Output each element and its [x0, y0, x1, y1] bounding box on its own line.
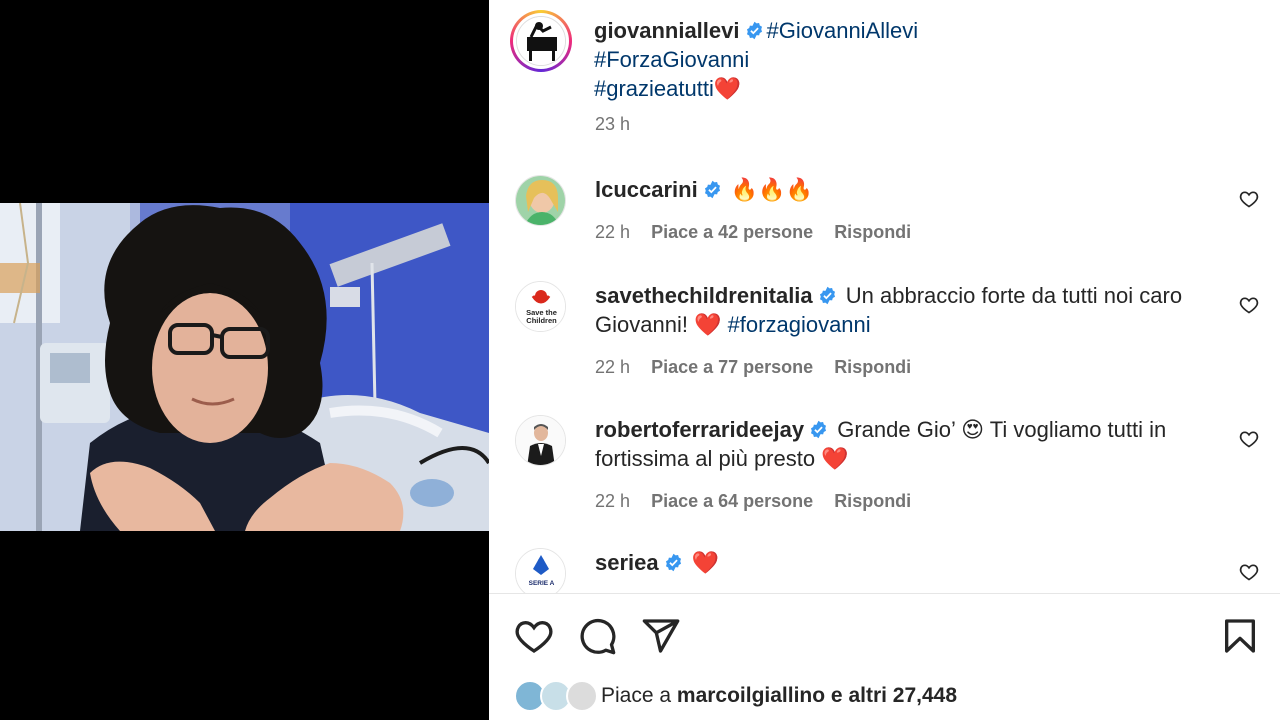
comment-text: Un abbraccio forte da tutti noi caro — [845, 283, 1183, 308]
photo-illustration — [0, 203, 489, 531]
comment-time[interactable]: 22 h — [595, 491, 630, 511]
caption-hashtag[interactable]: #grazieatutti — [594, 76, 714, 101]
verified-icon — [665, 553, 681, 572]
post-action-bar — [489, 610, 1280, 660]
share-icon[interactable] — [641, 616, 681, 656]
comment-likes[interactable]: Piace a 64 persone — [651, 491, 813, 511]
comment-text: fortissima al più presto ❤️ — [595, 446, 849, 471]
verified-icon — [746, 21, 762, 40]
post-media — [0, 0, 489, 720]
reply-button[interactable]: Rispondi — [834, 357, 911, 377]
caption-hashtag[interactable]: #ForzaGiovanni — [594, 47, 749, 72]
avatar-label: Children — [526, 316, 557, 325]
commenter-username[interactable]: seriea — [595, 550, 659, 575]
caption-hashtag[interactable]: #GiovanniAllevi — [767, 18, 919, 43]
avatar-image — [516, 176, 565, 225]
comment-hashtag[interactable]: #forzagiovanni — [728, 312, 871, 337]
comment-likes[interactable]: Piace a 42 persone — [651, 222, 813, 242]
heart-emoji: ❤️ — [713, 76, 742, 101]
commenter-username[interactable]: robertoferrarideejay — [595, 417, 804, 442]
verified-icon — [704, 180, 720, 199]
comment-text: Grande Gio’ 😍 Ti vogliamo tutti in — [837, 417, 1167, 442]
comment-time[interactable]: 22 h — [595, 222, 630, 242]
comment-likes[interactable]: Piace a 77 persone — [651, 357, 813, 377]
comment-text: 🔥🔥🔥 — [730, 177, 814, 202]
commenter-avatar[interactable] — [515, 175, 566, 226]
liker-avatars — [514, 680, 598, 712]
comment-heart-icon[interactable] — [1239, 189, 1259, 209]
commenter-avatar[interactable]: SERIE A — [515, 548, 566, 593]
piano-logo-icon — [517, 17, 565, 65]
avatar-image — [516, 416, 565, 465]
comment-text: Giovanni! ❤️ — [595, 312, 728, 337]
comment-heart-icon[interactable] — [1239, 562, 1259, 582]
comment-heart-icon[interactable] — [1239, 295, 1259, 315]
likes-summary[interactable]: Piace a marcoilgiallino e altri 27,448 — [514, 680, 957, 712]
reply-button[interactable]: Rispondi — [834, 491, 911, 511]
likes-count[interactable]: e altri 27,448 — [825, 684, 957, 707]
comment-time[interactable]: 22 h — [595, 357, 630, 377]
commenter-avatar[interactable]: Save the Children — [515, 281, 566, 332]
heart-icon[interactable] — [514, 616, 554, 656]
post-panel: giovanniallevi #GiovanniAllevi #ForzaGiov… — [489, 0, 1280, 720]
comment-list[interactable]: lcuccarini 🔥🔥🔥 22 h Piace a 42 persone R… — [489, 165, 1280, 593]
serie-a-logo: SERIE A — [516, 549, 565, 593]
save-the-children-logo: Save the Children — [516, 282, 565, 331]
likes-user[interactable]: marcoilgiallino — [677, 684, 825, 707]
post-caption: giovanniallevi #GiovanniAllevi #ForzaGiov… — [594, 16, 1244, 103]
comment-heart-icon[interactable] — [1239, 429, 1259, 449]
commenter-username[interactable]: lcuccarini — [595, 177, 698, 202]
liker-avatar — [566, 680, 598, 712]
comment-icon[interactable] — [577, 616, 617, 656]
reply-button[interactable]: Rispondi — [834, 222, 911, 242]
author-avatar[interactable] — [510, 10, 572, 72]
section-divider — [489, 593, 1280, 594]
comment-text: ❤️ — [691, 550, 720, 575]
post-timestamp[interactable]: 23 h — [595, 114, 630, 135]
author-username[interactable]: giovanniallevi — [594, 18, 740, 43]
verified-icon — [811, 420, 827, 439]
commenter-avatar[interactable] — [515, 415, 566, 466]
post-photo — [0, 203, 489, 531]
avatar-label: SERIE A — [529, 580, 555, 587]
likes-prefix: Piace a — [601, 684, 677, 707]
verified-icon — [819, 286, 835, 305]
commenter-username[interactable]: savethechildrenitalia — [595, 283, 813, 308]
bookmark-icon[interactable] — [1220, 616, 1260, 656]
